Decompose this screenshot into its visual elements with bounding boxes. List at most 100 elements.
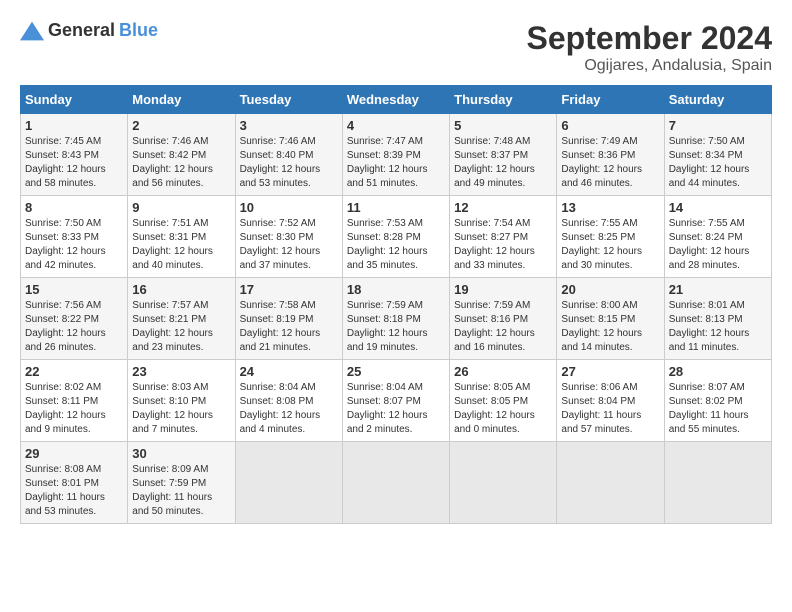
day-number: 21 (669, 282, 767, 297)
day-detail: Sunrise: 8:02 AMSunset: 8:11 PMDaylight:… (25, 382, 106, 435)
calendar-cell: 19Sunrise: 7:59 AMSunset: 8:16 PMDayligh… (450, 278, 557, 360)
logo-icon (20, 21, 44, 41)
calendar-cell: 29 Sunrise: 8:08 AMSunset: 8:01 PMDayligh… (21, 442, 128, 524)
day-detail: Sunrise: 7:51 AMSunset: 8:31 PMDaylight:… (132, 218, 213, 271)
calendar-cell (664, 442, 771, 524)
weekday-header-wednesday: Wednesday (342, 86, 449, 114)
day-number: 8 (25, 200, 123, 215)
calendar-cell: 22 Sunrise: 8:02 AMSunset: 8:11 PMDayligh… (21, 360, 128, 442)
day-number: 29 (25, 446, 123, 461)
day-detail: Sunrise: 7:53 AMSunset: 8:28 PMDaylight:… (347, 218, 428, 271)
weekday-header-saturday: Saturday (664, 86, 771, 114)
day-detail: Sunrise: 7:58 AMSunset: 8:19 PMDaylight:… (240, 300, 321, 353)
calendar-cell: 26Sunrise: 8:05 AMSunset: 8:05 PMDayligh… (450, 360, 557, 442)
day-number: 4 (347, 118, 445, 133)
calendar-week-4: 29 Sunrise: 8:08 AMSunset: 8:01 PMDayligh… (21, 442, 772, 524)
calendar-cell: 4 Sunrise: 7:47 AMSunset: 8:39 PMDaylight… (342, 114, 449, 196)
day-number: 28 (669, 364, 767, 379)
day-number: 17 (240, 282, 338, 297)
calendar-cell: 14Sunrise: 7:55 AMSunset: 8:24 PMDayligh… (664, 196, 771, 278)
calendar-cell: 6 Sunrise: 7:49 AMSunset: 8:36 PMDaylight… (557, 114, 664, 196)
calendar-table: SundayMondayTuesdayWednesdayThursdayFrid… (20, 85, 772, 524)
calendar-cell: 13 Sunrise: 7:55 AMSunset: 8:25 PMDayligh… (557, 196, 664, 278)
day-detail: Sunrise: 7:49 AMSunset: 8:36 PMDaylight:… (561, 136, 642, 189)
day-number: 13 (561, 200, 659, 215)
calendar-cell: 18 Sunrise: 7:59 AMSunset: 8:18 PMDayligh… (342, 278, 449, 360)
day-number: 23 (132, 364, 230, 379)
calendar-cell: 11Sunrise: 7:53 AMSunset: 8:28 PMDayligh… (342, 196, 449, 278)
day-detail: Sunrise: 8:06 AMSunset: 8:04 PMDaylight:… (561, 382, 641, 435)
calendar-cell: 25 Sunrise: 8:04 AMSunset: 8:07 PMDayligh… (342, 360, 449, 442)
weekday-header-tuesday: Tuesday (235, 86, 342, 114)
day-detail: Sunrise: 7:50 AMSunset: 8:34 PMDaylight:… (669, 136, 750, 189)
calendar-cell (342, 442, 449, 524)
calendar-week-0: 1 Sunrise: 7:45 AMSunset: 8:43 PMDaylight… (21, 114, 772, 196)
day-detail: Sunrise: 8:04 AMSunset: 8:07 PMDaylight:… (347, 382, 428, 435)
day-number: 6 (561, 118, 659, 133)
calendar-week-3: 22 Sunrise: 8:02 AMSunset: 8:11 PMDayligh… (21, 360, 772, 442)
day-detail: Sunrise: 8:01 AMSunset: 8:13 PMDaylight:… (669, 300, 750, 353)
day-detail: Sunrise: 7:59 AMSunset: 8:18 PMDaylight:… (347, 300, 428, 353)
logo-general: General (48, 20, 115, 41)
calendar-cell: 3Sunrise: 7:46 AMSunset: 8:40 PMDaylight… (235, 114, 342, 196)
day-number: 5 (454, 118, 552, 133)
day-number: 27 (561, 364, 659, 379)
day-number: 12 (454, 200, 552, 215)
calendar-cell: 21 Sunrise: 8:01 AMSunset: 8:13 PMDayligh… (664, 278, 771, 360)
weekday-header-sunday: Sunday (21, 86, 128, 114)
title-block: September 2024 Ogijares, Andalusia, Spai… (527, 20, 772, 75)
calendar-cell (557, 442, 664, 524)
logo-blue: Blue (119, 20, 158, 41)
calendar-cell: 5 Sunrise: 7:48 AMSunset: 8:37 PMDaylight… (450, 114, 557, 196)
day-detail: Sunrise: 7:47 AMSunset: 8:39 PMDaylight:… (347, 136, 428, 189)
calendar-cell: 24Sunrise: 8:04 AMSunset: 8:08 PMDayligh… (235, 360, 342, 442)
day-number: 20 (561, 282, 659, 297)
calendar-cell: 28 Sunrise: 8:07 AMSunset: 8:02 PMDayligh… (664, 360, 771, 442)
calendar-cell (450, 442, 557, 524)
location-title: Ogijares, Andalusia, Spain (527, 57, 772, 75)
day-detail: Sunrise: 8:00 AMSunset: 8:15 PMDaylight:… (561, 300, 642, 353)
day-detail: Sunrise: 7:46 AMSunset: 8:40 PMDaylight:… (240, 136, 321, 189)
calendar-cell: 27 Sunrise: 8:06 AMSunset: 8:04 PMDayligh… (557, 360, 664, 442)
day-detail: Sunrise: 7:50 AMSunset: 8:33 PMDaylight:… (25, 218, 106, 271)
day-detail: Sunrise: 8:07 AMSunset: 8:02 PMDaylight:… (669, 382, 749, 435)
day-number: 16 (132, 282, 230, 297)
day-detail: Sunrise: 7:45 AMSunset: 8:43 PMDaylight:… (25, 136, 106, 189)
calendar-cell: 23Sunrise: 8:03 AMSunset: 8:10 PMDayligh… (128, 360, 235, 442)
day-number: 2 (132, 118, 230, 133)
month-title: September 2024 (527, 20, 772, 57)
calendar-cell: 30 Sunrise: 8:09 AMSunset: 7:59 PMDayligh… (128, 442, 235, 524)
day-detail: Sunrise: 7:55 AMSunset: 8:25 PMDaylight:… (561, 218, 642, 271)
day-number: 7 (669, 118, 767, 133)
day-detail: Sunrise: 8:05 AMSunset: 8:05 PMDaylight:… (454, 382, 535, 435)
page-header: GeneralBlue September 2024 Ogijares, And… (20, 20, 772, 75)
day-detail: Sunrise: 7:56 AMSunset: 8:22 PMDaylight:… (25, 300, 106, 353)
day-number: 30 (132, 446, 230, 461)
calendar-cell: 10 Sunrise: 7:52 AMSunset: 8:30 PMDayligh… (235, 196, 342, 278)
day-number: 19 (454, 282, 552, 297)
day-number: 18 (347, 282, 445, 297)
day-number: 9 (132, 200, 230, 215)
calendar-cell: 9 Sunrise: 7:51 AMSunset: 8:31 PMDaylight… (128, 196, 235, 278)
day-detail: Sunrise: 7:52 AMSunset: 8:30 PMDaylight:… (240, 218, 321, 271)
day-detail: Sunrise: 7:48 AMSunset: 8:37 PMDaylight:… (454, 136, 535, 189)
logo: GeneralBlue (20, 20, 158, 41)
day-number: 1 (25, 118, 123, 133)
calendar-cell: 1 Sunrise: 7:45 AMSunset: 8:43 PMDaylight… (21, 114, 128, 196)
day-number: 10 (240, 200, 338, 215)
calendar-cell: 15 Sunrise: 7:56 AMSunset: 8:22 PMDayligh… (21, 278, 128, 360)
calendar-cell: 8 Sunrise: 7:50 AMSunset: 8:33 PMDaylight… (21, 196, 128, 278)
day-detail: Sunrise: 8:08 AMSunset: 8:01 PMDaylight:… (25, 464, 105, 517)
day-detail: Sunrise: 7:54 AMSunset: 8:27 PMDaylight:… (454, 218, 535, 271)
day-number: 25 (347, 364, 445, 379)
calendar-week-1: 8 Sunrise: 7:50 AMSunset: 8:33 PMDaylight… (21, 196, 772, 278)
day-number: 14 (669, 200, 767, 215)
weekday-header-monday: Monday (128, 86, 235, 114)
day-number: 22 (25, 364, 123, 379)
day-detail: Sunrise: 8:09 AMSunset: 7:59 PMDaylight:… (132, 464, 212, 517)
day-detail: Sunrise: 8:04 AMSunset: 8:08 PMDaylight:… (240, 382, 321, 435)
day-detail: Sunrise: 7:57 AMSunset: 8:21 PMDaylight:… (132, 300, 213, 353)
calendar-week-2: 15 Sunrise: 7:56 AMSunset: 8:22 PMDayligh… (21, 278, 772, 360)
day-number: 15 (25, 282, 123, 297)
calendar-cell: 16 Sunrise: 7:57 AMSunset: 8:21 PMDayligh… (128, 278, 235, 360)
